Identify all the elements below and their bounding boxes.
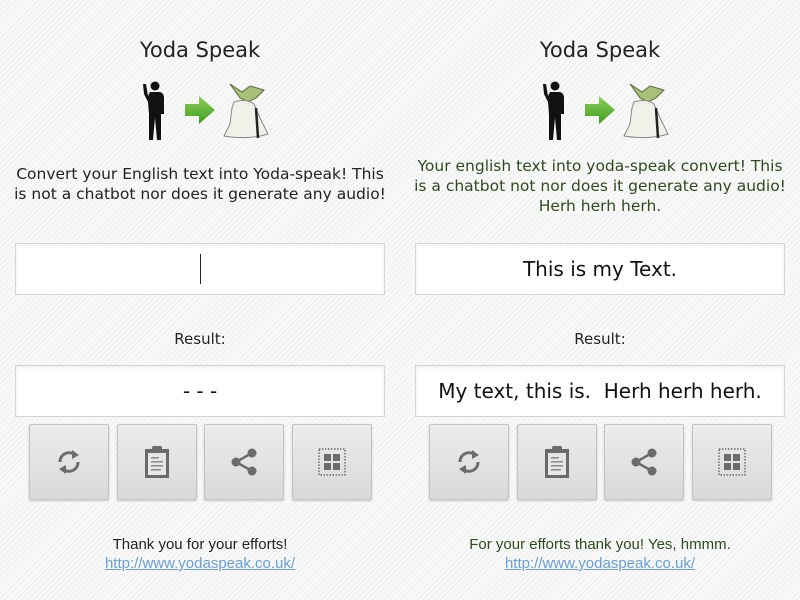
app-title: Yoda Speak [539,38,661,62]
share-button[interactable] [204,424,284,500]
arrow-right-icon [185,96,215,124]
person-silhouette-icon [143,81,164,140]
person-silhouette-icon [543,81,564,140]
copy-button[interactable] [517,424,597,500]
illustration [130,78,280,143]
description-line: Convert your English text into Yoda-spea… [16,165,384,183]
right-panel: Yoda Speak Your english text into yoda-s… [400,0,800,600]
select-all-button[interactable] [292,424,372,500]
english-text-input[interactable]: This is my Text. [415,243,785,295]
description-line: Your english text into yoda-speak conver… [417,157,783,175]
description-line: is a chatbot not nor does it generate an… [414,177,786,195]
action-buttons [429,424,772,500]
share-icon [231,448,257,476]
refresh-button[interactable] [29,424,109,500]
description-line: Herh herh herh. [538,197,662,215]
description: Convert your English text into Yoda-spea… [0,164,400,204]
result-value: My text, this is. Herh herh herh. [438,379,762,403]
english-text-input[interactable] [15,243,385,295]
footer-text: Thank you for your efforts! [112,536,288,553]
website-link[interactable]: http://www.yodaspeak.co.uk/ [505,555,695,572]
footer-text: For your efforts thank you! Yes, hmmm. [469,536,731,553]
select-all-icon [718,448,746,476]
illustration [530,78,680,143]
result-label: Result: [174,330,226,348]
refresh-icon [458,450,480,474]
arrow-right-icon [585,96,615,124]
refresh-button[interactable] [429,424,509,500]
result-output: - - - [15,365,385,417]
input-value: This is my Text. [522,257,678,281]
left-panel: Yoda Speak Convert your English text int… [0,0,400,600]
clipboard-icon [145,446,169,478]
result-output: My text, this is. Herh herh herh. [415,365,785,417]
result-label: Result: [574,330,626,348]
select-all-button[interactable] [692,424,772,500]
yoda-icon [223,83,269,139]
result-value: - - - [182,379,218,403]
clipboard-icon [545,446,569,478]
text-cursor [199,254,201,284]
share-icon [631,448,657,476]
refresh-icon [58,450,80,474]
app-title: Yoda Speak [139,38,261,62]
select-all-icon [318,448,346,476]
share-button[interactable] [604,424,684,500]
description: Your english text into yoda-speak conver… [400,156,800,216]
website-link[interactable]: http://www.yodaspeak.co.uk/ [105,555,295,572]
action-buttons [29,424,372,500]
description-line: is not a chatbot nor does it generate an… [14,185,386,203]
yoda-icon [623,83,669,139]
copy-button[interactable] [117,424,197,500]
